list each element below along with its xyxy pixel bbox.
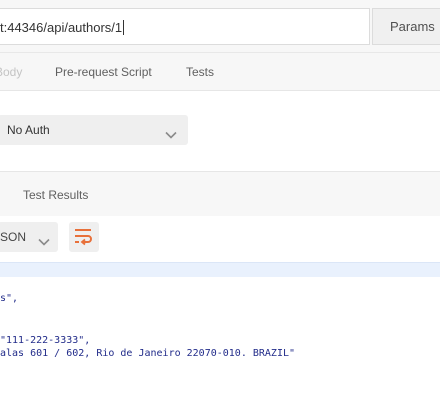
params-button[interactable]: Params	[372, 8, 440, 45]
code-string: s",	[0, 293, 19, 304]
wrap-lines-icon	[75, 229, 92, 246]
request-tabs: Body Pre-request Script Tests	[0, 53, 440, 91]
code-string: alas 601 / 602, Rio de Janeiro 22070-010…	[0, 348, 296, 359]
url-input[interactable]: t:44346/api/authors/1	[0, 8, 370, 45]
auth-panel: No Auth	[0, 91, 440, 171]
auth-type-value: No Auth	[7, 123, 50, 137]
format-value: SON	[0, 230, 27, 244]
code-string: "111-222-3333",	[0, 335, 91, 346]
chevron-down-icon	[164, 123, 178, 153]
response-format-select[interactable]: SON	[0, 222, 58, 252]
tab-pre-request-script[interactable]: Pre-request Script	[55, 65, 152, 79]
response-body: s", "111-222-3333", alas 601 / 602, Rio …	[0, 277, 440, 410]
response-toolbar: SON	[0, 216, 440, 262]
code-line: alas 601 / 602, Rio de Janeiro 22070-010…	[0, 348, 295, 359]
auth-type-select[interactable]: No Auth	[0, 115, 188, 145]
tab-test-results[interactable]: Test Results	[23, 188, 88, 202]
chevron-down-icon	[37, 230, 51, 260]
text-caret	[123, 20, 125, 35]
code-line: s",	[0, 293, 18, 304]
tab-tests[interactable]: Tests	[186, 65, 214, 79]
url-text: t:44346/api/authors/1	[0, 20, 123, 35]
code-line: "111-222-3333",	[0, 335, 90, 346]
response-body-highlight	[0, 262, 440, 277]
response-tabs: Test Results	[0, 171, 440, 216]
request-url-bar: t:44346/api/authors/1 Params	[0, 0, 440, 53]
tab-body[interactable]: Body	[0, 65, 22, 79]
wrap-lines-button[interactable]	[69, 222, 99, 252]
